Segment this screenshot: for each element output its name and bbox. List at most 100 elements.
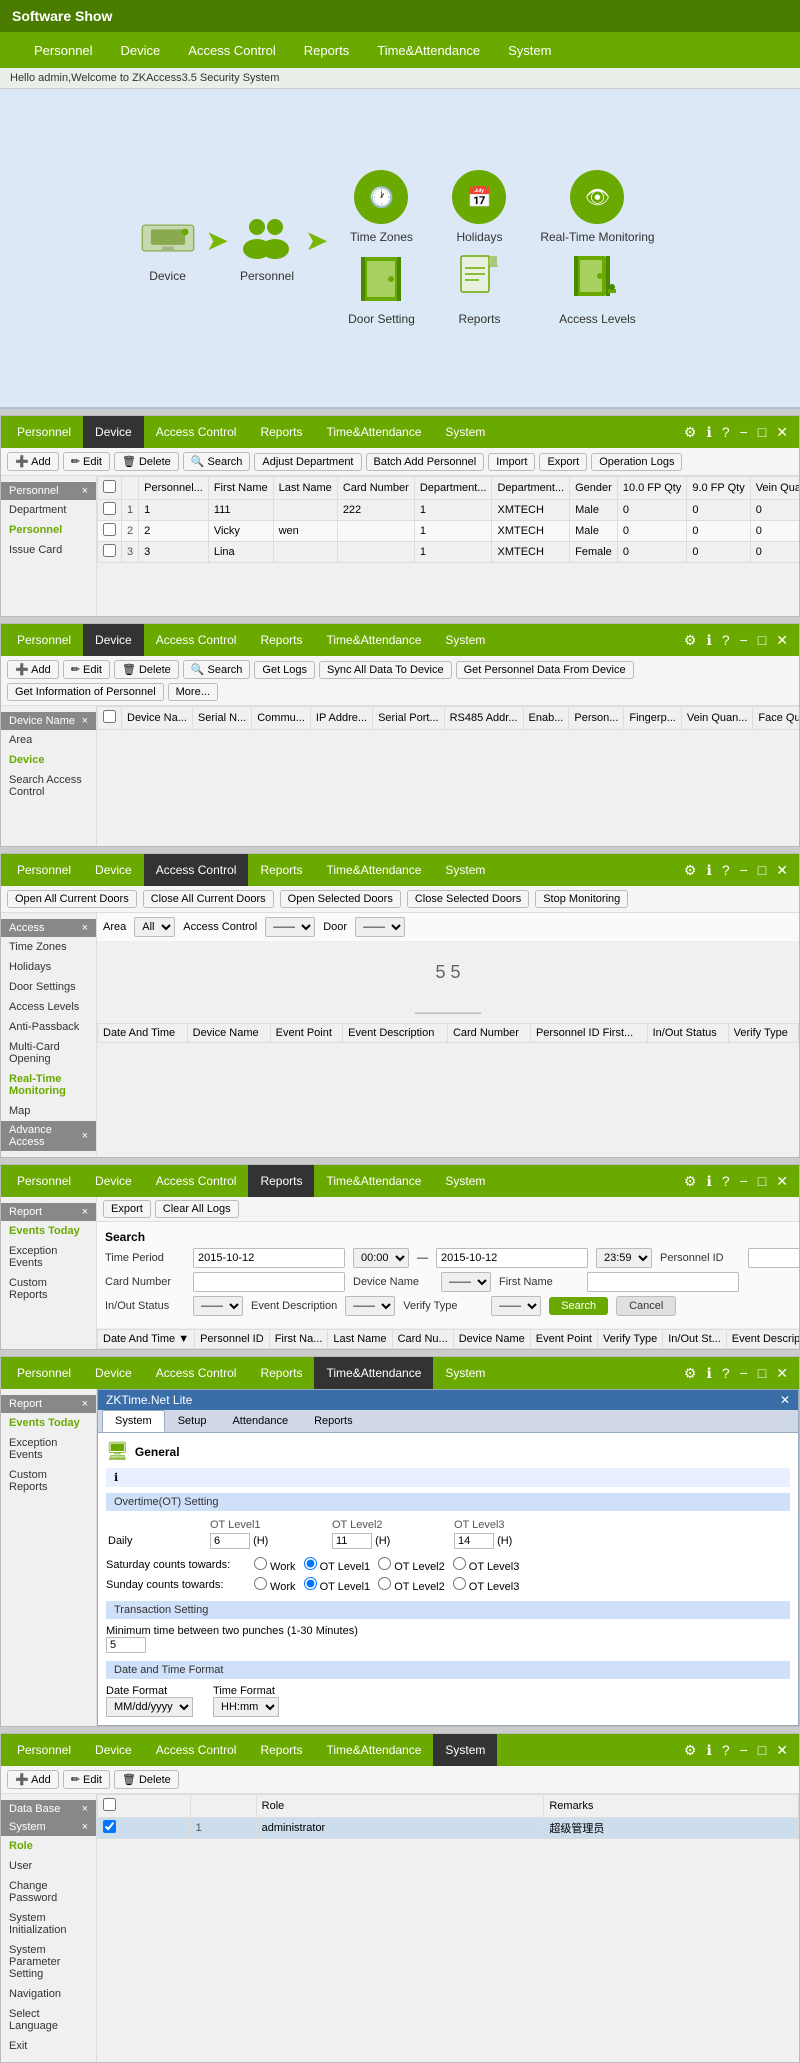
d-col-finger[interactable]: Fingerp... [624, 707, 681, 730]
flow-holidays[interactable]: 📅 Holidays [434, 170, 524, 244]
p6-nav-system[interactable]: System [433, 1734, 497, 1766]
d-col-face[interactable]: Face Quant... [753, 707, 799, 730]
time-from-date[interactable] [193, 1248, 345, 1268]
p5-nav-access[interactable]: Access Control [144, 1357, 249, 1389]
p2-close-icon[interactable]: ✕ [773, 630, 791, 651]
p4-nav-ta[interactable]: Time&Attendance [314, 1165, 433, 1197]
ac-col-datetime[interactable]: Date And Time [98, 1024, 188, 1043]
sys-col-role[interactable]: Role [256, 1795, 544, 1818]
p5-close-icon[interactable]: ✕ [773, 1363, 791, 1384]
sys-select-all[interactable] [103, 1798, 116, 1811]
door-select[interactable]: —— [355, 917, 405, 937]
dev-name-select[interactable]: —— [441, 1272, 491, 1292]
p1-adjust-dept-btn[interactable]: Adjust Department [254, 453, 361, 471]
nav-time-attendance[interactable]: Time&Attendance [363, 35, 494, 66]
p4-help-icon[interactable]: ? [719, 1171, 733, 1192]
p3-help-icon[interactable]: ? [719, 860, 733, 881]
p2-info-icon[interactable]: ℹ [703, 630, 714, 651]
rpt-col-lastname[interactable]: Last Name [328, 1330, 392, 1349]
sys-sidebar-init[interactable]: System Initialization [1, 1908, 96, 1940]
daily-ot3-input[interactable] [454, 1533, 494, 1549]
rpt-col-verify[interactable]: Verify Type [598, 1330, 663, 1349]
row2-check[interactable] [103, 523, 116, 536]
sidebar-anti-passback[interactable]: Anti-Passback [1, 1017, 96, 1037]
p6-nav-reports[interactable]: Reports [248, 1734, 314, 1766]
sys-sidebar-role[interactable]: Role [1, 1836, 96, 1856]
p4-nav-access[interactable]: Access Control [144, 1165, 249, 1197]
table-row[interactable]: 1 11112221XMTECHMale0000 [98, 500, 800, 521]
sidebar-realtime-mon[interactable]: Real-Time Monitoring [1, 1069, 96, 1101]
sidebar-holidays[interactable]: Holidays [1, 957, 96, 977]
p4-settings-icon[interactable]: ⚙ [681, 1171, 700, 1192]
p3-maximize-icon[interactable]: □ [755, 860, 769, 881]
area-select[interactable]: All [134, 917, 175, 937]
p1-help-icon[interactable]: ? [719, 422, 733, 443]
p5-nav-device[interactable]: Device [83, 1357, 144, 1389]
ac-col-evtpt[interactable]: Event Point [270, 1024, 343, 1043]
p1-batch-add-btn[interactable]: Batch Add Personnel [366, 453, 485, 471]
col-first-name[interactable]: First Name [208, 477, 273, 500]
p5-nav-system[interactable]: System [433, 1357, 497, 1389]
rpt-clear-btn[interactable]: Clear All Logs [155, 1200, 239, 1218]
sidebar-search-access[interactable]: Search Access Control [1, 770, 96, 802]
col-fp9[interactable]: 9.0 FP Qty [687, 477, 750, 500]
p6-nav-access[interactable]: Access Control [144, 1734, 249, 1766]
col-gender[interactable]: Gender [570, 477, 618, 500]
p2-nav-reports[interactable]: Reports [248, 624, 314, 656]
p6-info-icon[interactable]: ℹ [703, 1740, 714, 1761]
p2-sync-all-btn[interactable]: Sync All Data To Device [319, 661, 452, 679]
p6-help-icon[interactable]: ? [719, 1740, 733, 1761]
p5-nav-personnel[interactable]: Personnel [5, 1357, 83, 1389]
sidebar-time-zones[interactable]: Time Zones [1, 937, 96, 957]
ac-col-inout[interactable]: In/Out Status [647, 1024, 728, 1043]
sidebar-exception-events[interactable]: Exception Events [1, 1241, 96, 1273]
p2-help-icon[interactable]: ? [719, 630, 733, 651]
dialog-tab-setup[interactable]: Setup [165, 1410, 220, 1432]
p4-close-icon[interactable]: ✕ [773, 1171, 791, 1192]
p3-info-icon[interactable]: ℹ [703, 860, 714, 881]
col-dept2[interactable]: Department... [492, 477, 570, 500]
ac-col-devname[interactable]: Device Name [187, 1024, 270, 1043]
col-card-num[interactable]: Card Number [337, 477, 414, 500]
sys-sidebar-lang[interactable]: Select Language [1, 2004, 96, 2036]
p1-maximize-icon[interactable]: □ [755, 422, 769, 443]
p3-nav-reports[interactable]: Reports [248, 854, 314, 886]
time-to-date[interactable] [436, 1248, 588, 1268]
rpt-col-devname[interactable]: Device Name [453, 1330, 530, 1349]
p1-nav-access[interactable]: Access Control [144, 416, 249, 448]
nav-device[interactable]: Device [107, 35, 175, 66]
col-selector[interactable] [98, 477, 122, 500]
card-num-input[interactable] [193, 1272, 345, 1292]
ta-sidebar-custom[interactable]: Custom Reports [1, 1465, 96, 1497]
row3-check[interactable] [103, 544, 116, 557]
sun-work-radio[interactable] [254, 1577, 267, 1590]
p1-nav-ta[interactable]: Time&Attendance [314, 416, 433, 448]
p2-edit-btn[interactable]: ✏ Edit [63, 660, 110, 679]
rpt-col-evtpt[interactable]: Event Point [530, 1330, 597, 1349]
time-from-time[interactable]: 00:00 [353, 1248, 409, 1268]
p5-help-icon[interactable]: ? [719, 1363, 733, 1384]
ac-col-evtdesc[interactable]: Event Description [343, 1024, 448, 1043]
p3-nav-device[interactable]: Device [83, 854, 144, 886]
col-fp10[interactable]: 10.0 FP Qty [617, 477, 687, 500]
p5-settings-icon[interactable]: ⚙ [681, 1363, 700, 1384]
d-col-person[interactable]: Person... [569, 707, 624, 730]
sys-sidebar-param[interactable]: System Parameter Setting [1, 1940, 96, 1984]
flow-real-time[interactable]: 👁 Real-Time Monitoring [532, 170, 662, 244]
dialog-close-icon[interactable]: ✕ [780, 1393, 790, 1407]
verify-type-select[interactable]: —— [491, 1296, 541, 1316]
rpt-col-firstname[interactable]: First Na... [269, 1330, 328, 1349]
p3-nav-access[interactable]: Access Control [144, 854, 249, 886]
rpt-export-btn[interactable]: Export [103, 1200, 151, 1218]
date-format-select[interactable]: MM/dd/yyyy [106, 1697, 193, 1717]
sidebar-access-levels[interactable]: Access Levels [1, 997, 96, 1017]
sidebar-department[interactable]: Department [1, 500, 96, 520]
p2-nav-system[interactable]: System [433, 624, 497, 656]
sat-ot3-radio[interactable] [453, 1557, 466, 1570]
p4-maximize-icon[interactable]: □ [755, 1171, 769, 1192]
p4-nav-device[interactable]: Device [83, 1165, 144, 1197]
p1-delete-btn[interactable]: 🗑 Delete [114, 452, 179, 471]
daily-ot2-input[interactable] [332, 1533, 372, 1549]
daily-ot1-input[interactable] [210, 1533, 250, 1549]
p6-maximize-icon[interactable]: □ [755, 1740, 769, 1761]
